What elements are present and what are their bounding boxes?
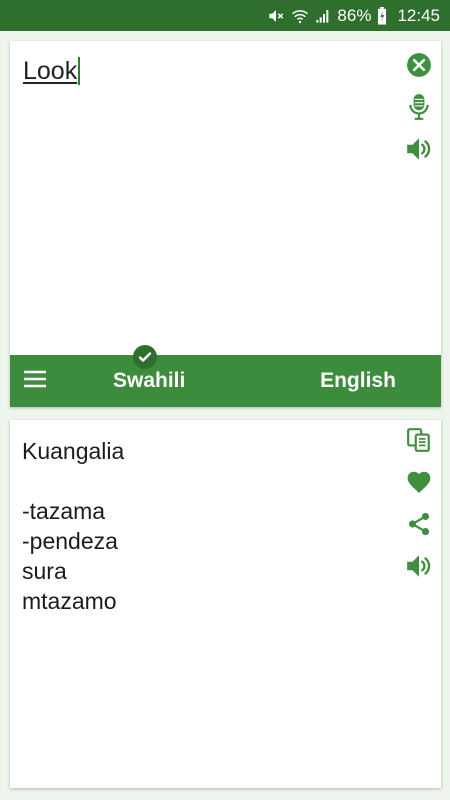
- alternative-translation: mtazamo: [22, 588, 117, 614]
- copy-icon[interactable]: [405, 426, 433, 454]
- alternative-translation: -pendeza: [22, 528, 118, 554]
- input-card: Look Swahili English: [10, 41, 441, 407]
- translation-output: Kuangalia -tazama -pendeza sura mtazamo: [22, 436, 124, 616]
- input-actions: [405, 51, 433, 163]
- alternative-translation: sura: [22, 558, 67, 584]
- check-icon: [133, 345, 157, 369]
- text-cursor: [78, 57, 81, 85]
- share-icon[interactable]: [405, 510, 433, 538]
- alternative-translation: -tazama: [22, 498, 106, 524]
- battery-percent: 86%: [337, 5, 372, 25]
- status-bar: 86% 12:45: [0, 0, 450, 31]
- speaker-icon[interactable]: [405, 552, 433, 580]
- source-text-input[interactable]: Look: [23, 57, 81, 86]
- wifi-icon: [291, 7, 309, 25]
- output-actions: [405, 426, 433, 580]
- target-language-button[interactable]: English: [245, 355, 441, 407]
- clock: 12:45: [397, 5, 440, 25]
- speaker-icon[interactable]: [405, 135, 433, 163]
- source-language-button[interactable]: Swahili: [55, 345, 245, 407]
- source-text-value: Look: [23, 57, 78, 85]
- favorite-heart-icon[interactable]: [405, 468, 433, 496]
- signal-icon: [315, 8, 331, 24]
- mute-icon: [267, 7, 285, 25]
- language-bar: Swahili English: [10, 345, 441, 407]
- source-language-label: Swahili: [113, 369, 186, 392]
- microphone-icon[interactable]: [405, 93, 433, 121]
- primary-translation: Kuangalia: [22, 438, 125, 464]
- output-card: Kuangalia -tazama -pendeza sura mtazamo: [10, 420, 441, 788]
- target-language-label: English: [320, 369, 396, 392]
- battery-charging-icon: [377, 6, 387, 25]
- clear-icon[interactable]: [405, 51, 433, 79]
- menu-icon: [23, 370, 47, 393]
- menu-button[interactable]: [10, 355, 60, 407]
